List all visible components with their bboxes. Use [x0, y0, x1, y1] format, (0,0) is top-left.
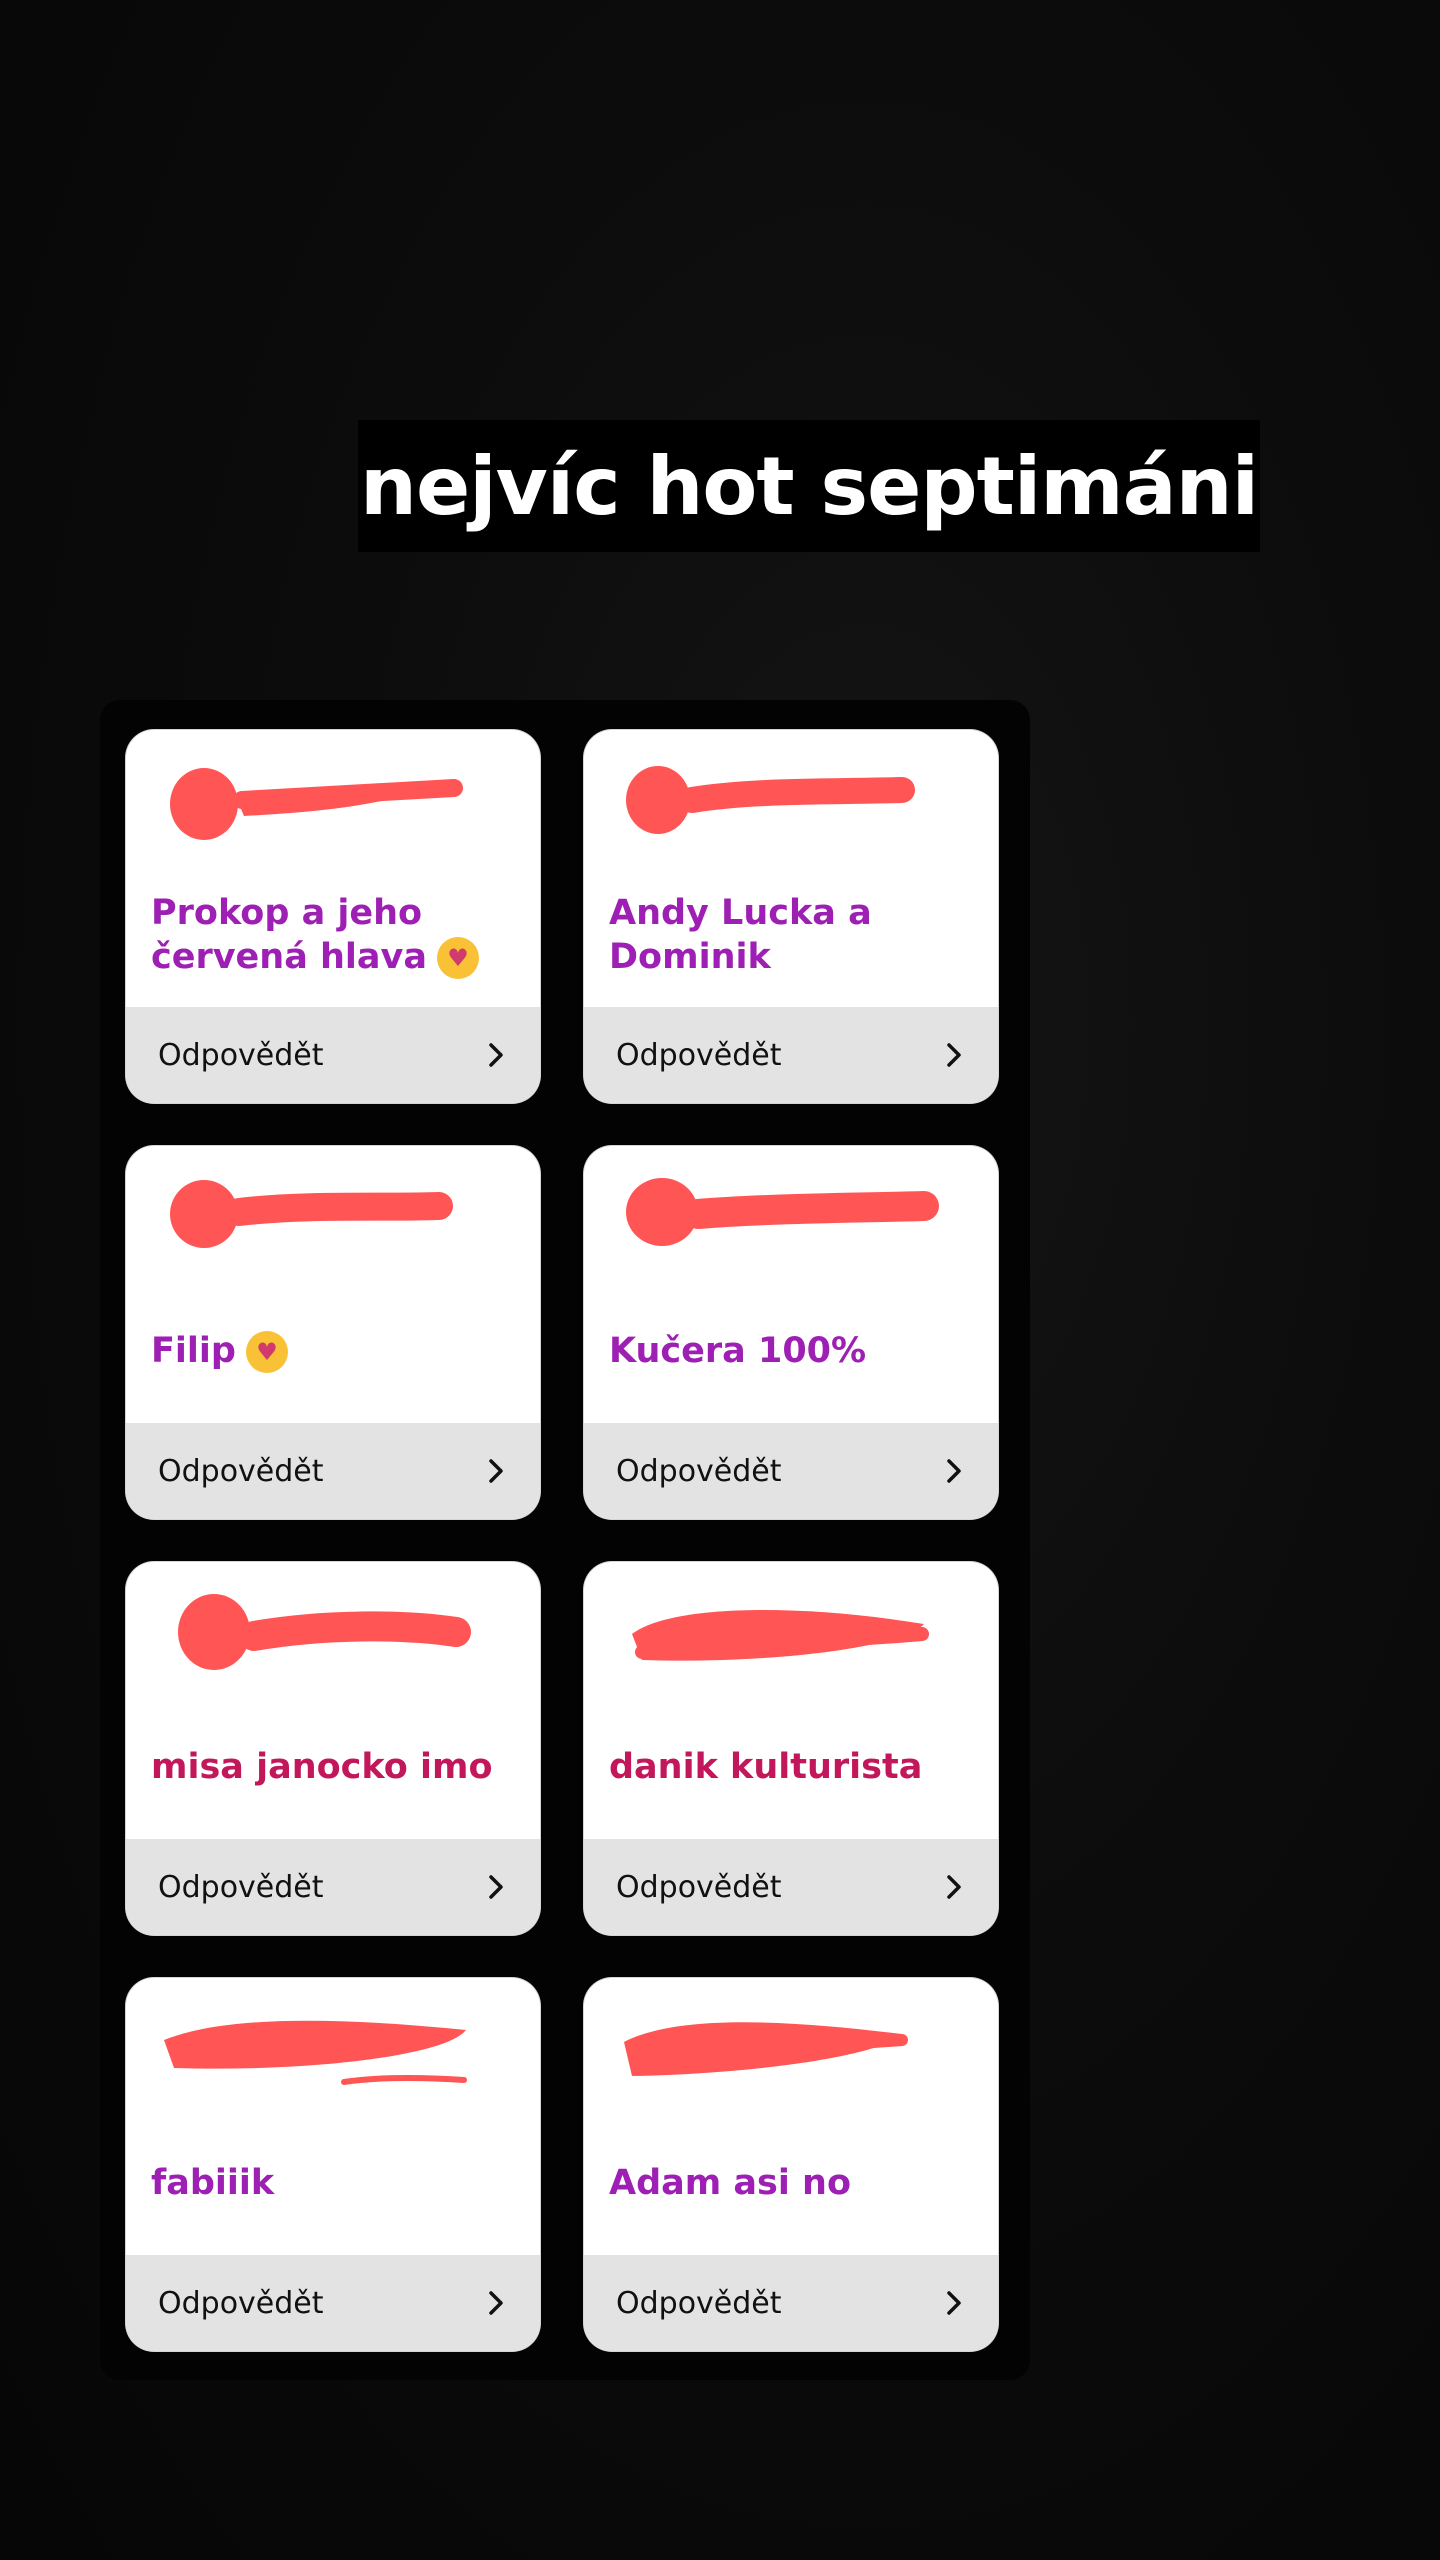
- response-text: Andy Lucka a Dominik: [609, 893, 872, 977]
- chevron-right-icon: [489, 2291, 503, 2315]
- response-card: misa janocko imo Odpovědět: [126, 1562, 540, 1935]
- response-text: Adam asi no: [609, 2163, 852, 2203]
- chevron-right-icon: [947, 1043, 961, 1067]
- response-text: Kučera 100%: [609, 1331, 867, 1371]
- reply-label: Odpovědět: [158, 2285, 324, 2321]
- reply-button[interactable]: Odpovědět: [584, 1423, 998, 1519]
- reply-button[interactable]: Odpovědět: [126, 1007, 540, 1103]
- reply-label: Odpovědět: [616, 1037, 782, 1073]
- response-card: Prokop a jeho červená hlava ♥ Odpovědět: [126, 730, 540, 1103]
- reply-label: Odpovědět: [616, 2285, 782, 2321]
- chevron-right-icon: [489, 1459, 503, 1483]
- reply-button[interactable]: Odpovědět: [126, 2255, 540, 2351]
- redacted-user-scribble: [164, 2020, 467, 2085]
- response-text: Prokop a jeho červená hlava ♥: [151, 870, 526, 1000]
- smiling-face-hearts-emoji: ♥: [436, 937, 479, 979]
- chevron-right-icon: [489, 1875, 503, 1899]
- redacted-user-scribble: [632, 1610, 929, 1661]
- response-text: danik kulturista: [609, 1747, 923, 1787]
- chevron-right-icon: [947, 1459, 961, 1483]
- response-card: Filip ♥ Odpovědět: [126, 1146, 540, 1519]
- chevron-right-icon: [947, 1875, 961, 1899]
- response-card: fabiiik Odpovědět: [126, 1978, 540, 2351]
- redacted-user-scribble: [170, 1180, 453, 1248]
- redacted-user-scribble: [624, 2022, 908, 2076]
- reply-label: Odpovědět: [158, 1037, 324, 1073]
- reply-label: Odpovědět: [158, 1869, 324, 1905]
- response-text: fabiiik: [151, 2163, 275, 2203]
- reply-button[interactable]: Odpovědět: [584, 2255, 998, 2351]
- redacted-user-scribble: [626, 766, 915, 834]
- chevron-right-icon: [489, 1043, 503, 1067]
- response-card: Adam asi no Odpovědět: [584, 1978, 998, 2351]
- reply-label: Odpovědět: [616, 1453, 782, 1489]
- reply-button[interactable]: Odpovědět: [126, 1839, 540, 1935]
- response-text: misa janocko imo: [151, 1747, 493, 1787]
- reply-label: Odpovědět: [616, 1869, 782, 1905]
- redacted-user-scribble: [170, 768, 463, 840]
- redacted-user-scribble: [178, 1594, 471, 1670]
- redacted-user-scribble: [626, 1178, 939, 1246]
- response-card: Andy Lucka a Dominik Odpovědět: [584, 730, 998, 1103]
- response-text: Filip ♥: [151, 1286, 526, 1416]
- reply-button[interactable]: Odpovědět: [584, 1839, 998, 1935]
- response-card: danik kulturista Odpovědět: [584, 1562, 998, 1935]
- chevron-right-icon: [947, 2291, 961, 2315]
- response-card: Kučera 100% Odpovědět: [584, 1146, 998, 1519]
- reply-button[interactable]: Odpovědět: [584, 1007, 998, 1103]
- story-title: nejvíc hot septimáni: [359, 439, 1259, 533]
- reply-label: Odpovědět: [158, 1453, 324, 1489]
- reply-button[interactable]: Odpovědět: [126, 1423, 540, 1519]
- face-blowing-kiss-emoji: ♥: [245, 1331, 288, 1373]
- question-responses-panel: Prokop a jeho červená hlava ♥ Odpovědět A…: [100, 700, 1030, 2380]
- story-title-box: nejvíc hot septimáni: [358, 420, 1260, 552]
